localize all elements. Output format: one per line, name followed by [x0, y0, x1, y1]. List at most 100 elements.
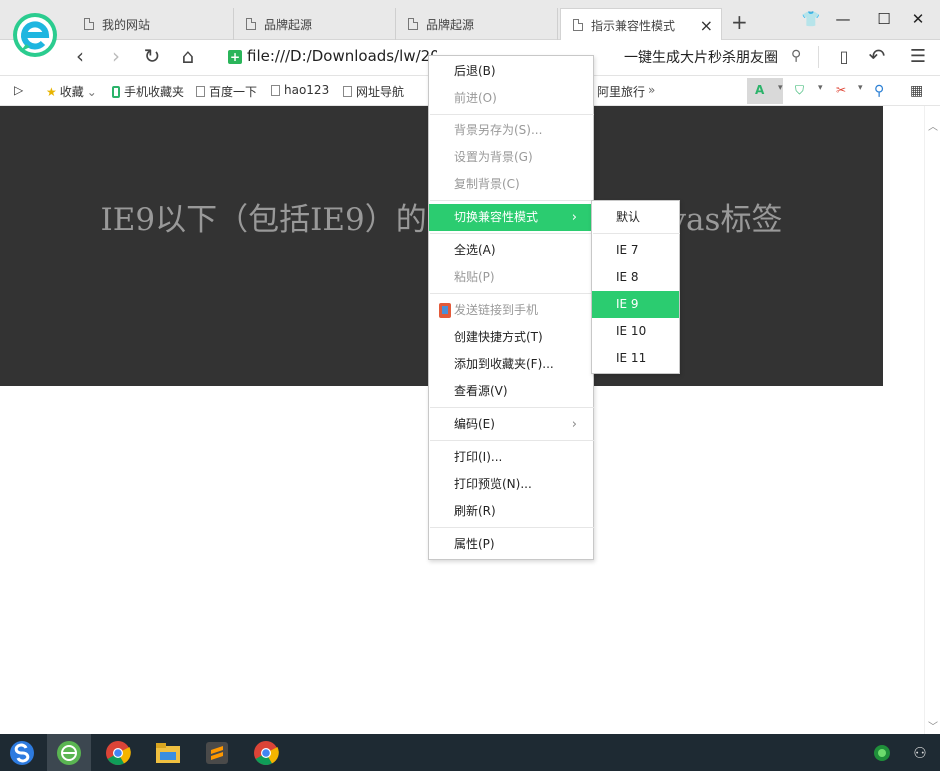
mobile-icon[interactable]: ▯ [830, 42, 858, 70]
taskbar-file-explorer[interactable] [146, 738, 190, 768]
taskbar-sublime[interactable] [195, 738, 239, 768]
menu-item-save-background[interactable]: 背景另存为(S)... [429, 117, 593, 144]
skin-button[interactable]: 👕 [796, 6, 826, 32]
page-icon [573, 19, 583, 31]
chevron-down-icon[interactable]: ▾ [818, 83, 823, 93]
compat-option-ie8[interactable]: IE 8 [592, 264, 679, 291]
bookmark-mobile-favorites[interactable]: 手机收藏夹 [112, 83, 184, 100]
tray-network[interactable] [862, 738, 902, 768]
undo-close-button[interactable]: ↶ [863, 42, 891, 70]
chrome-icon [254, 741, 279, 766]
page-icon [271, 84, 280, 96]
menu-divider [430, 407, 594, 408]
compat-option-ie9[interactable]: IE 9 [592, 291, 679, 318]
bookmark-favorites[interactable]: ★ 收藏 ⌄ [46, 83, 97, 100]
tab-brand-origin-1[interactable]: 品牌起源 [234, 8, 396, 40]
menu-divider [430, 200, 594, 201]
menu-item-print[interactable]: 打印(I)... [429, 444, 593, 471]
apps-grid-icon[interactable]: ▦ [910, 83, 923, 99]
tab-compat-mode[interactable]: 指示兼容性模式 × [560, 8, 722, 41]
bookmark-baidu[interactable]: 百度一下 [196, 83, 257, 100]
browser-window: 我的网站 品牌起源 品牌起源 指示兼容性模式 × + 👕 — ☐ ✕ ‹ › ↻… [0, 0, 940, 771]
bookmark-nav[interactable]: 网址导航 [343, 83, 404, 100]
close-tab-icon[interactable]: × [700, 16, 713, 35]
vertical-scrollbar[interactable]: ︿ ﹀ [924, 106, 940, 734]
search-icon[interactable]: ⚲ [791, 48, 801, 64]
menu-item-create-shortcut[interactable]: 创建快捷方式(T) [429, 324, 593, 351]
menu-item-copy-background[interactable]: 复制背景(C) [429, 171, 593, 198]
compat-option-ie11[interactable]: IE 11 [592, 345, 679, 372]
minimize-button[interactable]: — [828, 6, 858, 32]
menu-item-add-favorite[interactable]: 添加到收藏夹(F)... [429, 351, 593, 378]
menu-item-set-background[interactable]: 设置为背景(G) [429, 144, 593, 171]
taskbar-browser[interactable] [47, 734, 91, 771]
browser-icon [57, 740, 81, 765]
menu-item-select-all[interactable]: 全选(A) [429, 237, 593, 264]
bookmark-ali-travel[interactable]: 阿里旅行 [597, 83, 645, 100]
page-icon [343, 86, 352, 97]
folder-icon [156, 743, 180, 763]
scroll-down-icon[interactable]: ﹀ [928, 718, 938, 733]
browser-logo-icon[interactable] [10, 10, 60, 60]
menu-divider [593, 233, 680, 234]
tab-brand-origin-2[interactable]: 品牌起源 [396, 8, 558, 40]
divider [818, 46, 819, 68]
sogou-icon [10, 741, 34, 765]
scissors-icon[interactable]: ✂ [836, 83, 846, 97]
chevron-down-icon[interactable]: ▾ [778, 83, 783, 93]
menu-divider [430, 114, 594, 115]
taskbar: ⚇ [0, 734, 940, 771]
chevron-right-icon: › [571, 210, 577, 225]
menu-item-paste[interactable]: 粘贴(P) [429, 264, 593, 291]
menu-item-forward[interactable]: 前进(O) [429, 85, 593, 112]
taskbar-chrome-2[interactable] [244, 738, 288, 768]
magnifier-icon[interactable]: ⚲ [874, 83, 884, 99]
main-menu-button[interactable]: ☰ [904, 42, 932, 70]
taskbar-sogou-input[interactable] [0, 738, 44, 768]
scroll-up-icon[interactable]: ︿ [928, 118, 938, 133]
search-input[interactable]: 一键生成大片秒杀朋友圈 [624, 47, 778, 67]
sidebar-toggle-icon[interactable]: ▷ [14, 83, 23, 97]
translate-icon: A [755, 83, 765, 97]
star-icon: ★ [46, 84, 57, 99]
compat-option-default[interactable]: 默认 [592, 204, 679, 231]
bookmark-hao123[interactable]: hao123 [271, 83, 329, 97]
tab-label: 品牌起源 [426, 17, 475, 32]
menu-item-print-preview[interactable]: 打印预览(N)... [429, 471, 593, 498]
back-button[interactable]: ‹ [66, 42, 94, 70]
chevron-down-icon[interactable]: ▾ [858, 83, 863, 93]
shield-icon[interactable]: ⛉ [795, 83, 804, 98]
menu-divider [430, 293, 594, 294]
menu-item-encoding[interactable]: 编码(E) › [429, 411, 593, 438]
tab-label: 品牌起源 [264, 17, 313, 32]
bookmarks-more-button[interactable]: » [648, 83, 655, 97]
menu-item-send-to-phone[interactable]: 发送链接到手机 [429, 297, 593, 324]
page-icon [84, 18, 94, 30]
compat-option-ie7[interactable]: IE 7 [592, 237, 679, 264]
chrome-icon [106, 741, 131, 766]
menu-item-properties[interactable]: 属性(P) [429, 531, 593, 558]
phone-icon [439, 303, 451, 318]
refresh-button[interactable]: ↻ [138, 42, 166, 70]
maximize-button[interactable]: ☐ [869, 6, 899, 32]
home-button[interactable]: ⌂ [174, 42, 202, 70]
close-window-button[interactable]: ✕ [903, 6, 933, 32]
phone-icon [112, 85, 120, 98]
tab-my-sites[interactable]: 我的网站 [72, 8, 234, 40]
new-tab-button[interactable]: + [731, 10, 748, 34]
sublime-text-icon [206, 742, 228, 764]
address-input[interactable]: file:///D:/Downloads/lw/2019052… [247, 47, 437, 65]
compat-option-ie10[interactable]: IE 10 [592, 318, 679, 345]
compat-mode-submenu: 默认 IE 7 IE 8 IE 9 IE 10 IE 11 [591, 200, 680, 374]
menu-item-compat-mode[interactable]: 切换兼容性模式 › [429, 204, 593, 231]
menu-item-back[interactable]: 后退(B) [429, 58, 593, 85]
taskbar-chrome-1[interactable] [96, 738, 140, 768]
tab-label: 指示兼容性模式 [591, 18, 676, 33]
page-icon [408, 18, 418, 30]
forward-button[interactable]: › [102, 42, 130, 70]
menu-item-view-source[interactable]: 查看源(V) [429, 378, 593, 405]
tray-user-icon[interactable]: ⚇ [900, 738, 940, 768]
tab-label: 我的网站 [102, 17, 151, 32]
menu-item-refresh[interactable]: 刷新(R) [429, 498, 593, 525]
context-menu: 后退(B) 前进(O) 背景另存为(S)... 设置为背景(G) 复制背景(C)… [428, 55, 594, 560]
